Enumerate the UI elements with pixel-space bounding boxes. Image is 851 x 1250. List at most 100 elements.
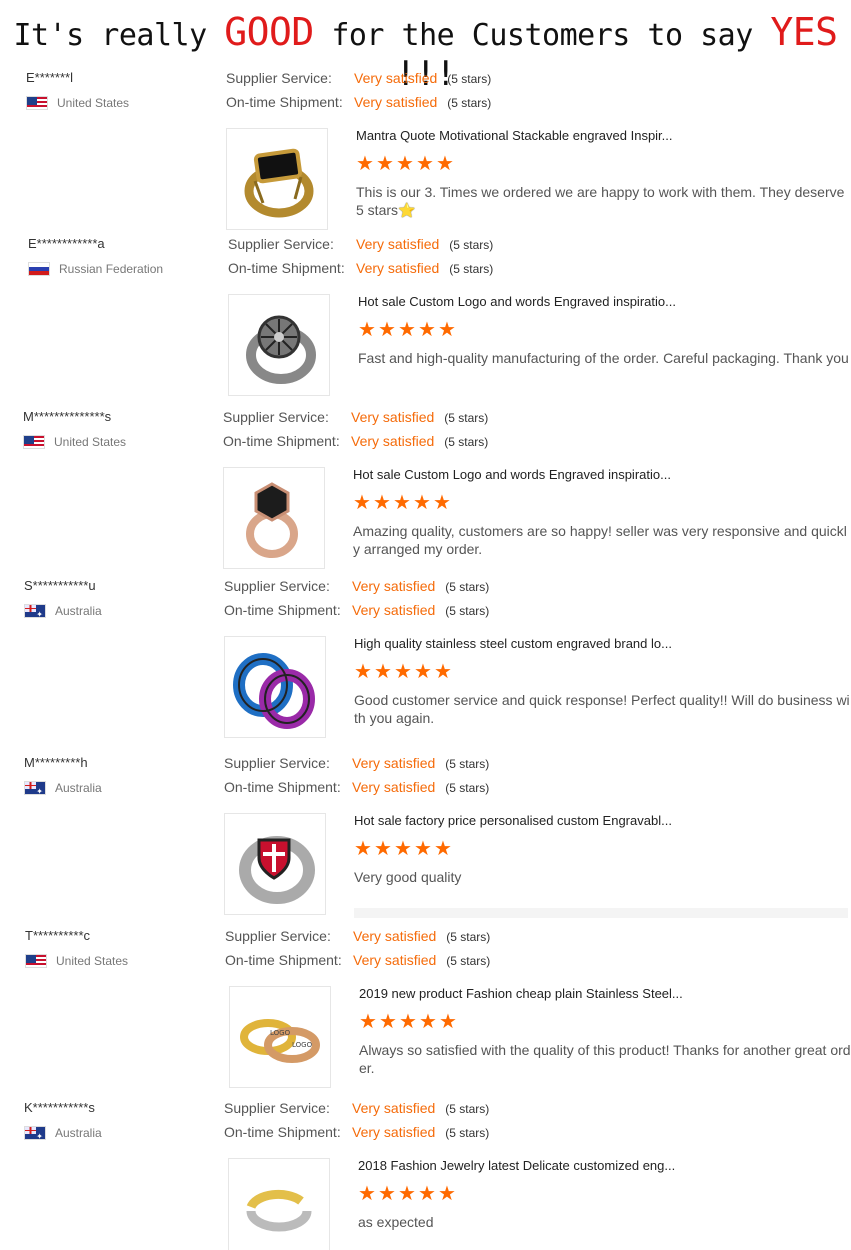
product-title-link[interactable]: Hot sale Custom Logo and words Engraved … [353, 467, 671, 482]
product-title-link[interactable]: High quality stainless steel custom engr… [354, 636, 672, 651]
rating-star-icon: ★ [398, 317, 416, 341]
product-title-link[interactable]: Hot sale Custom Logo and words Engraved … [358, 294, 676, 309]
rating-star-icon: ★ [354, 836, 372, 860]
ontime-shipment-count: (5 stars) [445, 1126, 490, 1140]
ontime-shipment-label: On-time Shipment: [223, 433, 340, 449]
review-comment: Amazing quality, customers are so happy!… [353, 522, 849, 558]
supplier-service-value: Very satisfied [351, 409, 435, 425]
rating-star-icon: ★ [354, 659, 372, 683]
product-title-link[interactable]: 2018 Fashion Jewelry latest Delicate cus… [358, 1158, 675, 1173]
buyer-country: United States [25, 954, 128, 968]
product-title-link[interactable]: 2019 new product Fashion cheap plain Sta… [359, 986, 683, 1001]
ontime-shipment-count: (5 stars) [445, 781, 490, 795]
ontime-shipment-value: Very satisfied [353, 952, 437, 968]
country-flag-icon [24, 781, 46, 795]
buyer-country: United States [23, 435, 126, 449]
ontime-shipment-label: On-time Shipment: [224, 779, 341, 795]
country-flag-icon [25, 954, 47, 968]
ontime-shipment-rating: On-time Shipment: Very satisfied (5 star… [226, 94, 491, 110]
review-item: S***********u Australia Supplier Service… [0, 578, 851, 748]
supplier-service-label: Supplier Service: [224, 1100, 330, 1116]
thumb-logo-text-2: LOGO [292, 1041, 313, 1049]
ontime-shipment-value: Very satisfied [352, 1124, 436, 1140]
supplier-service-label: Supplier Service: [226, 70, 332, 86]
supplier-service-label: Supplier Service: [223, 409, 329, 425]
supplier-service-count: (5 stars) [447, 72, 492, 86]
rating-star-icon: ★ [393, 490, 411, 514]
country-flag-icon [24, 604, 46, 618]
ontime-shipment-count: (5 stars) [447, 96, 492, 110]
rating-star-icon: ★ [434, 836, 452, 860]
review-comment-text: Very good quality [354, 869, 462, 885]
product-thumbnail[interactable]: LOGO LOGO [229, 986, 331, 1088]
buyer-name: E************a [28, 236, 105, 251]
rating-star-icon: ★ [396, 151, 414, 175]
country-name: Australia [55, 604, 102, 618]
ontime-shipment-value: Very satisfied [352, 779, 436, 795]
product-rating-stars: ★ ★ ★ ★ ★ [354, 659, 452, 683]
supplier-service-count: (5 stars) [449, 238, 494, 252]
country-name: Australia [55, 781, 102, 795]
product-rating-stars: ★ ★ ★ ★ ★ [358, 317, 456, 341]
supplier-service-rating: Supplier Service: Very satisfied (5 star… [224, 578, 489, 594]
buyer-name: E*******l [26, 70, 73, 85]
rating-star-icon: ★ [359, 1009, 377, 1033]
buyer-country: United States [26, 96, 129, 110]
review-comment: Fast and high-quality manufacturing of t… [358, 349, 851, 367]
buyer-name: K***********s [24, 1100, 95, 1115]
supplier-service-count: (5 stars) [445, 1102, 490, 1116]
open-cuff-engraved-ring-icon [229, 1159, 329, 1250]
ontime-shipment-rating: On-time Shipment: Very satisfied (5 star… [224, 779, 489, 795]
review-comment: This is our 3. Times we ordered we are h… [356, 183, 851, 220]
product-thumbnail[interactable] [224, 813, 326, 915]
thumb-logo-text: LOGO [270, 1029, 291, 1037]
rating-star-icon: ★ [434, 659, 452, 683]
ontime-shipment-label: On-time Shipment: [226, 94, 343, 110]
product-thumbnail[interactable] [226, 128, 328, 230]
country-name: United States [57, 96, 130, 110]
ontime-shipment-rating: On-time Shipment: Very satisfied (5 star… [225, 952, 490, 968]
review-comment-text: Good customer service and quick response… [354, 692, 850, 726]
product-title-link[interactable]: Mantra Quote Motivational Stackable engr… [356, 128, 673, 143]
ontime-shipment-value: Very satisfied [351, 433, 435, 449]
product-thumbnail[interactable] [228, 1158, 330, 1250]
rating-star-icon: ★ [413, 490, 431, 514]
country-name: United States [56, 954, 129, 968]
supplier-service-rating: Supplier Service: Very satisfied (5 star… [224, 755, 489, 771]
rating-star-icon: ★ [414, 836, 432, 860]
country-name: Russian Federation [59, 262, 164, 276]
product-thumbnail[interactable] [223, 467, 325, 569]
supplier-service-value: Very satisfied [352, 755, 436, 771]
supplier-service-rating: Supplier Service: Very satisfied (5 star… [228, 236, 493, 252]
rating-star-icon: ★ [439, 1009, 457, 1033]
supplier-service-value: Very satisfied [356, 236, 440, 252]
supplier-service-rating: Supplier Service: Very satisfied (5 star… [224, 1100, 489, 1116]
supplier-service-rating: Supplier Service: Very satisfied (5 star… [225, 928, 490, 944]
supplier-service-label: Supplier Service: [228, 236, 334, 252]
review-comment-text: Fast and high-quality manufacturing of t… [358, 350, 849, 366]
buyer-name: M*********h [24, 755, 88, 770]
country-name: Australia [55, 1126, 102, 1140]
ontime-shipment-value: Very satisfied [354, 94, 438, 110]
ontime-shipment-rating: On-time Shipment: Very satisfied (5 star… [223, 433, 488, 449]
review-comment: Very good quality [354, 868, 850, 886]
buyer-country: Russian Federation [28, 262, 163, 276]
ontime-shipment-count: (5 stars) [449, 262, 494, 276]
rating-star-icon: ★ [398, 1181, 416, 1205]
review-comment-text: Amazing quality, customers are so happy!… [353, 523, 847, 557]
product-title-link[interactable]: Hot sale factory price personalised cust… [354, 813, 672, 828]
viking-compass-ring-icon [229, 295, 329, 395]
review-comment: Always so satisfied with the quality of … [359, 1041, 851, 1077]
supplier-service-label: Supplier Service: [224, 578, 330, 594]
ontime-shipment-rating: On-time Shipment: Very satisfied (5 star… [224, 1124, 489, 1140]
review-comment: as expected [358, 1213, 851, 1231]
ontime-shipment-rating: On-time Shipment: Very satisfied (5 star… [228, 260, 493, 276]
review-item: M**************s United States Supplier … [0, 409, 851, 579]
buyer-country: Australia [24, 781, 102, 795]
ontime-shipment-count: (5 stars) [444, 435, 489, 449]
product-thumbnail[interactable] [228, 294, 330, 396]
review-item: E*******l United States Supplier Service… [0, 70, 851, 240]
product-thumbnail[interactable] [224, 636, 326, 738]
country-flag-icon [28, 262, 50, 276]
banner-middle: for the Customers to say [331, 18, 753, 53]
